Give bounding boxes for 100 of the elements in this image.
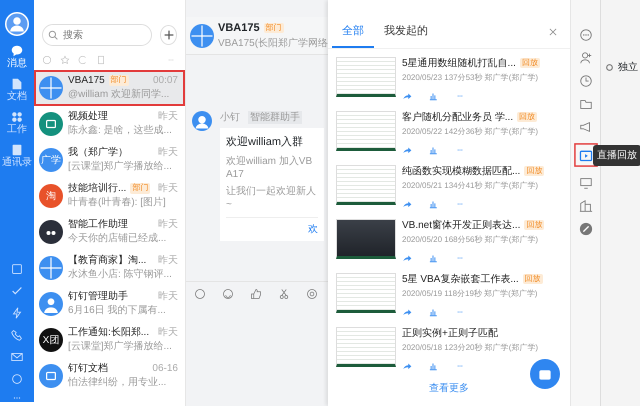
- chat-list-item[interactable]: 视频处理 昨天 陈永鑫: 是啥，这些成...: [34, 106, 185, 142]
- gear-icon: [605, 63, 614, 72]
- thumbs-up-icon[interactable]: [250, 288, 262, 300]
- video-meta: 2020/05/18 123分20秒 郑广学(郑广学): [402, 342, 538, 352]
- bar-chart-icon[interactable]: [428, 90, 438, 100]
- video-thumbnail[interactable]: [336, 110, 396, 150]
- replay-tag: 回放: [522, 274, 543, 284]
- tooltip: 直播回放: [593, 145, 640, 166]
- building-icon[interactable]: [578, 199, 592, 213]
- add-button[interactable]: [160, 25, 177, 45]
- folder-icon[interactable]: [578, 97, 592, 111]
- message-text: 欢迎william 加入VBA17: [226, 154, 314, 180]
- video-title[interactable]: 纯函数实现模糊数据匹配...: [402, 164, 520, 178]
- replay-tag: 回放: [517, 112, 538, 122]
- video-title[interactable]: 客户随机分配业务员 学...: [402, 110, 514, 124]
- chat-time: 昨天: [158, 290, 178, 303]
- message-link[interactable]: 欢: [308, 224, 318, 234]
- chat-name: 钉钉文档: [68, 362, 108, 375]
- chat-list-item[interactable]: VBA175 部门 00:07 @william 欢迎新同学...: [34, 70, 185, 106]
- chat-name: 我（郑广学）: [68, 146, 128, 159]
- bar-chart-icon[interactable]: [428, 306, 438, 316]
- scissors-icon[interactable]: [278, 288, 290, 300]
- video-title[interactable]: 5星通用数组随机打乱自...: [402, 56, 516, 70]
- megaphone-icon[interactable]: [578, 120, 592, 134]
- tab[interactable]: 全部: [332, 17, 374, 48]
- chat-list-item[interactable]: 【教育商家】淘... 昨天 水沐鱼小店: 陈守钢评...: [34, 250, 185, 286]
- nav-tab[interactable]: 消息: [7, 44, 27, 69]
- clock-icon[interactable]: [578, 74, 592, 88]
- chat-time: 昨天: [158, 110, 178, 123]
- chat-time: 06-16: [152, 362, 178, 375]
- chat-name: 技能培训行...: [68, 182, 126, 195]
- chat-preview: 叶青春(叶青春): [图片]: [68, 197, 166, 208]
- chat-name: 智能工作助理: [68, 218, 128, 231]
- chat-subtitle: VBA175(长阳郑广学网络: [218, 38, 328, 50]
- chat-time: 昨天: [158, 254, 178, 267]
- sender-name: 小钉: [220, 111, 240, 124]
- person-avatar-icon: [192, 111, 212, 131]
- chat-name: 视频处理: [68, 110, 108, 123]
- department-tag: 部门: [108, 75, 129, 86]
- replay-tag: 回放: [520, 58, 540, 68]
- video-meta: 2020/05/21 134分41秒 郑广学(郑广学): [402, 180, 538, 190]
- chat-preview: 水沐鱼小店: 陈守钢评...: [68, 269, 172, 280]
- more-circle-icon[interactable]: [578, 28, 592, 42]
- document-icon[interactable]: [96, 55, 106, 65]
- chat-time: 昨天: [158, 326, 178, 339]
- video-title[interactable]: 正则实例+正则子匹配: [402, 326, 498, 340]
- chat-name: 【教育商家】淘...: [68, 254, 146, 267]
- emoji-icon[interactable]: [222, 288, 234, 300]
- live-video-button[interactable]: [530, 358, 560, 388]
- bar-chart-icon[interactable]: [428, 252, 438, 262]
- mail-icon[interactable]: [10, 350, 24, 364]
- avatar: 淘: [39, 184, 63, 208]
- contacts-icon: [10, 143, 24, 157]
- circle-icon[interactable]: [42, 55, 52, 65]
- chat-bubble-icon: [10, 44, 24, 58]
- chat-time: 昨天: [158, 218, 178, 231]
- tab[interactable]: 我发起的: [374, 17, 438, 48]
- independent-window-button[interactable]: 独立: [618, 60, 638, 75]
- avatar: 广学: [39, 148, 63, 172]
- chat-list-item[interactable]: 钉钉文档 06-16 怕法律纠纷，用专业...: [34, 358, 185, 394]
- lightning-icon[interactable]: [10, 306, 24, 320]
- search-field[interactable]: 搜索: [42, 24, 152, 46]
- replay-tag: 回放: [524, 166, 544, 176]
- chat-name: 工作通知:长阳郑...: [68, 326, 150, 339]
- close-icon[interactable]: [548, 27, 558, 38]
- star-icon[interactable]: [60, 55, 70, 65]
- bar-chart-icon[interactable]: [428, 198, 438, 208]
- video-meta: 2020/05/22 142分36秒 郑广学(郑广学): [402, 126, 538, 136]
- video-thumbnail[interactable]: [336, 218, 396, 258]
- video-meta: 2020/05/23 137分53秒 郑广学(郑广学): [402, 72, 538, 82]
- video-thumbnail[interactable]: [336, 272, 396, 312]
- chat-time: 昨天: [158, 146, 178, 159]
- chat-preview: 今天你的店铺已经成...: [68, 233, 166, 244]
- replay-tag: 回放: [524, 220, 544, 230]
- add-user-icon[interactable]: [578, 51, 592, 65]
- video-thumbnail[interactable]: [336, 56, 396, 96]
- video-thumbnail[interactable]: [336, 326, 396, 366]
- chat-list-item[interactable]: 淘 技能培训行... 部门 昨天 叶青春(叶青春): [图片]: [34, 178, 185, 214]
- circle-icon[interactable]: [10, 372, 24, 386]
- avatar-icon: [5, 12, 29, 36]
- phone-icon[interactable]: [10, 328, 24, 342]
- chat-list-item[interactable]: 钉钉管理助手 昨天 6月16日 我的下属有...: [34, 286, 185, 322]
- bar-chart-icon[interactable]: [428, 360, 438, 370]
- calendar-icon[interactable]: [10, 262, 24, 276]
- video-title[interactable]: VB.net窗体开发正则表达...: [402, 218, 520, 232]
- video-thumbnail[interactable]: [336, 164, 396, 204]
- document-icon: [10, 77, 24, 91]
- video-meta: 2020/05/19 118分19秒 郑广学(郑广学): [402, 288, 538, 298]
- monitor-icon[interactable]: [578, 176, 592, 190]
- chat-preview: 怕法律纠纷，用专业...: [68, 377, 166, 388]
- chat-list-item[interactable]: 智能工作助理 昨天 今天你的店铺已经成...: [34, 214, 185, 250]
- bar-chart-icon[interactable]: [428, 144, 438, 154]
- chat-time: 昨天: [158, 182, 178, 195]
- moon-icon[interactable]: [78, 55, 88, 65]
- video-title[interactable]: 5星 VBA复杂嵌套工作表...: [402, 272, 519, 286]
- search-icon: [48, 30, 58, 40]
- plus-icon: [164, 30, 174, 40]
- department-tag: 部门: [264, 22, 284, 34]
- chat-preview: [云课堂]郑广学播放给...: [68, 341, 172, 352]
- chat-preview: 陈永鑫: 是啥，这些成...: [68, 125, 172, 136]
